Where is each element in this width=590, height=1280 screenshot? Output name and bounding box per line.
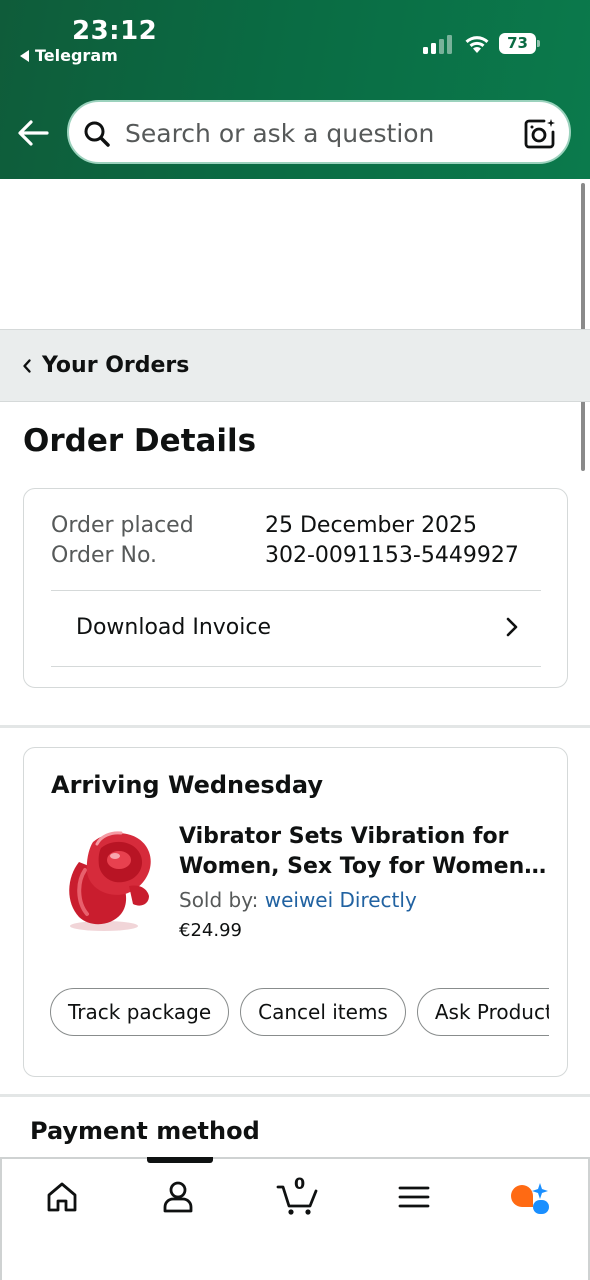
product-image[interactable] <box>49 822 159 934</box>
search-icon <box>84 121 110 147</box>
search-input[interactable] <box>125 116 505 150</box>
cart-button[interactable]: 0 <box>276 1174 320 1217</box>
section-separator <box>0 1094 590 1097</box>
your-orders-breadcrumb[interactable]: Your Orders <box>0 329 590 402</box>
order-number-label: Order No. <box>51 543 158 568</box>
battery-cap <box>537 40 540 47</box>
product-title[interactable]: Vibrator Sets Vibration for Women, Sex T… <box>179 822 549 882</box>
camera-search-icon[interactable] <box>523 117 557 151</box>
download-invoice-label: Download Invoice <box>76 615 272 640</box>
sold-by-label: Sold by: <box>179 888 265 912</box>
chevron-right-icon <box>506 617 518 637</box>
shipment-actions: Track packageCancel itemsAsk Product Que… <box>50 988 549 1038</box>
back-triangle-icon <box>20 50 29 62</box>
account-icon[interactable] <box>158 1177 198 1217</box>
shipment-card: Arriving Wednesday Vibrator Sets Vibrati… <box>23 747 568 1077</box>
page-title: Order Details <box>23 423 257 459</box>
back-to-telegram-link[interactable]: Telegram <box>20 46 118 65</box>
ask-product-question-button[interactable]: Ask Product Question <box>416 988 549 1036</box>
chevron-left-icon <box>23 359 31 373</box>
wifi-icon <box>465 36 489 53</box>
search-bar[interactable] <box>67 100 571 164</box>
your-orders-label: Your Orders <box>42 353 190 378</box>
content-spacer <box>0 179 590 330</box>
cellular-signal-icon <box>423 35 452 54</box>
cancel-items-button[interactable]: Cancel items <box>240 988 406 1036</box>
scrollbar[interactable] <box>581 183 585 471</box>
bottom-navigation: 0 <box>0 1157 590 1280</box>
section-separator <box>0 725 590 728</box>
back-app-label: Telegram <box>35 46 118 65</box>
track-package-button[interactable]: Track package <box>50 988 230 1036</box>
download-invoice-row[interactable]: Download Invoice <box>51 591 541 665</box>
active-tab-indicator <box>147 1157 213 1163</box>
order-info-card: Order placed 25 December 2025 Order No. … <box>23 488 568 688</box>
order-placed-label: Order placed <box>51 513 194 538</box>
menu-icon[interactable] <box>394 1177 434 1217</box>
battery-level: 73 <box>499 33 536 54</box>
app-header: 23:12 Telegram 73 <box>0 0 590 179</box>
home-icon[interactable] <box>42 1177 82 1217</box>
product-price: €24.99 <box>179 920 242 941</box>
rufus-ai-icon[interactable] <box>509 1177 549 1217</box>
order-placed-value: 25 December 2025 <box>265 513 478 538</box>
status-time: 23:12 <box>72 16 158 46</box>
sold-by-line: Sold by: weiwei Directly <box>179 888 417 912</box>
payment-method-heading: Payment method <box>30 1117 260 1145</box>
order-number-value: 302-0091153-5449927 <box>265 543 519 568</box>
divider <box>51 666 541 667</box>
battery-indicator: 73 <box>499 33 540 54</box>
back-arrow-icon[interactable] <box>16 116 50 150</box>
cart-count: 0 <box>294 1174 306 1193</box>
arrival-status: Arriving Wednesday <box>51 771 323 799</box>
seller-link[interactable]: weiwei Directly <box>265 888 417 912</box>
